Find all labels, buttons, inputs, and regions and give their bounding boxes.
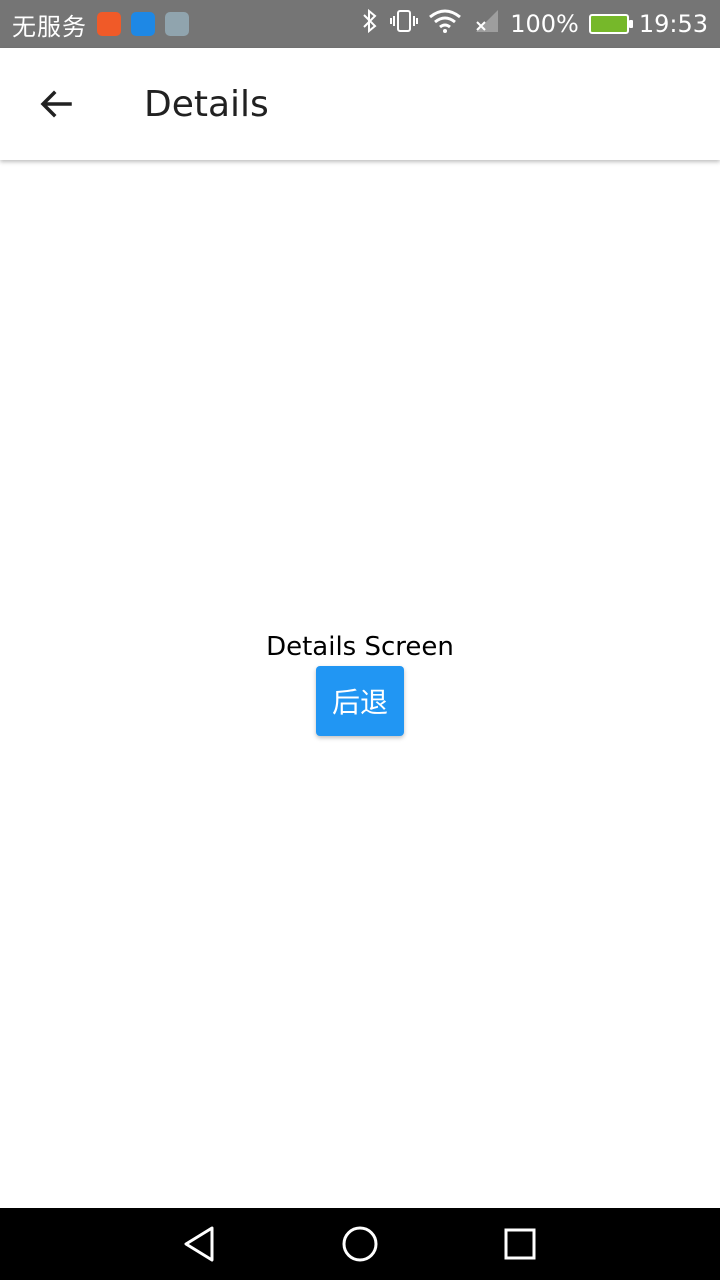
- carrier-text: 无服务: [12, 12, 87, 41]
- nav-recents-button[interactable]: [484, 1208, 556, 1280]
- no-signal-icon: [472, 8, 500, 40]
- app-bar: Details: [0, 48, 720, 160]
- battery-percent: 100%: [510, 10, 579, 38]
- wifi-icon: [428, 8, 462, 40]
- nav-home-button[interactable]: [324, 1208, 396, 1280]
- status-left: 无服务: [0, 7, 189, 42]
- image-icon: [165, 12, 189, 36]
- bluetooth-icon: [360, 8, 380, 40]
- battery-charging-icon: [588, 14, 633, 34]
- usb-icon: [131, 12, 155, 36]
- main-content: Details Screen 后退: [0, 160, 720, 1208]
- arrow-back-icon: [40, 90, 72, 118]
- home-circle-icon: [342, 1226, 378, 1262]
- navigation-bar: [0, 1208, 720, 1280]
- page-title: Details: [144, 83, 269, 125]
- nav-back-button[interactable]: [164, 1208, 236, 1280]
- screen: 无服务 100% 19:53 Details Details Screen 后退: [0, 0, 720, 1280]
- details-label: Details Screen: [266, 632, 454, 662]
- status-right: 100% 19:53: [360, 8, 720, 40]
- go-back-button[interactable]: 后退: [315, 666, 404, 736]
- back-triangle-icon: [184, 1226, 214, 1262]
- vibrate-icon: [390, 8, 419, 40]
- app-notification-icon: [97, 12, 121, 36]
- recents-square-icon: [504, 1228, 536, 1260]
- status-bar: 无服务 100% 19:53: [0, 0, 720, 48]
- clock: 19:53: [638, 10, 708, 38]
- back-arrow-button[interactable]: [16, 64, 96, 144]
